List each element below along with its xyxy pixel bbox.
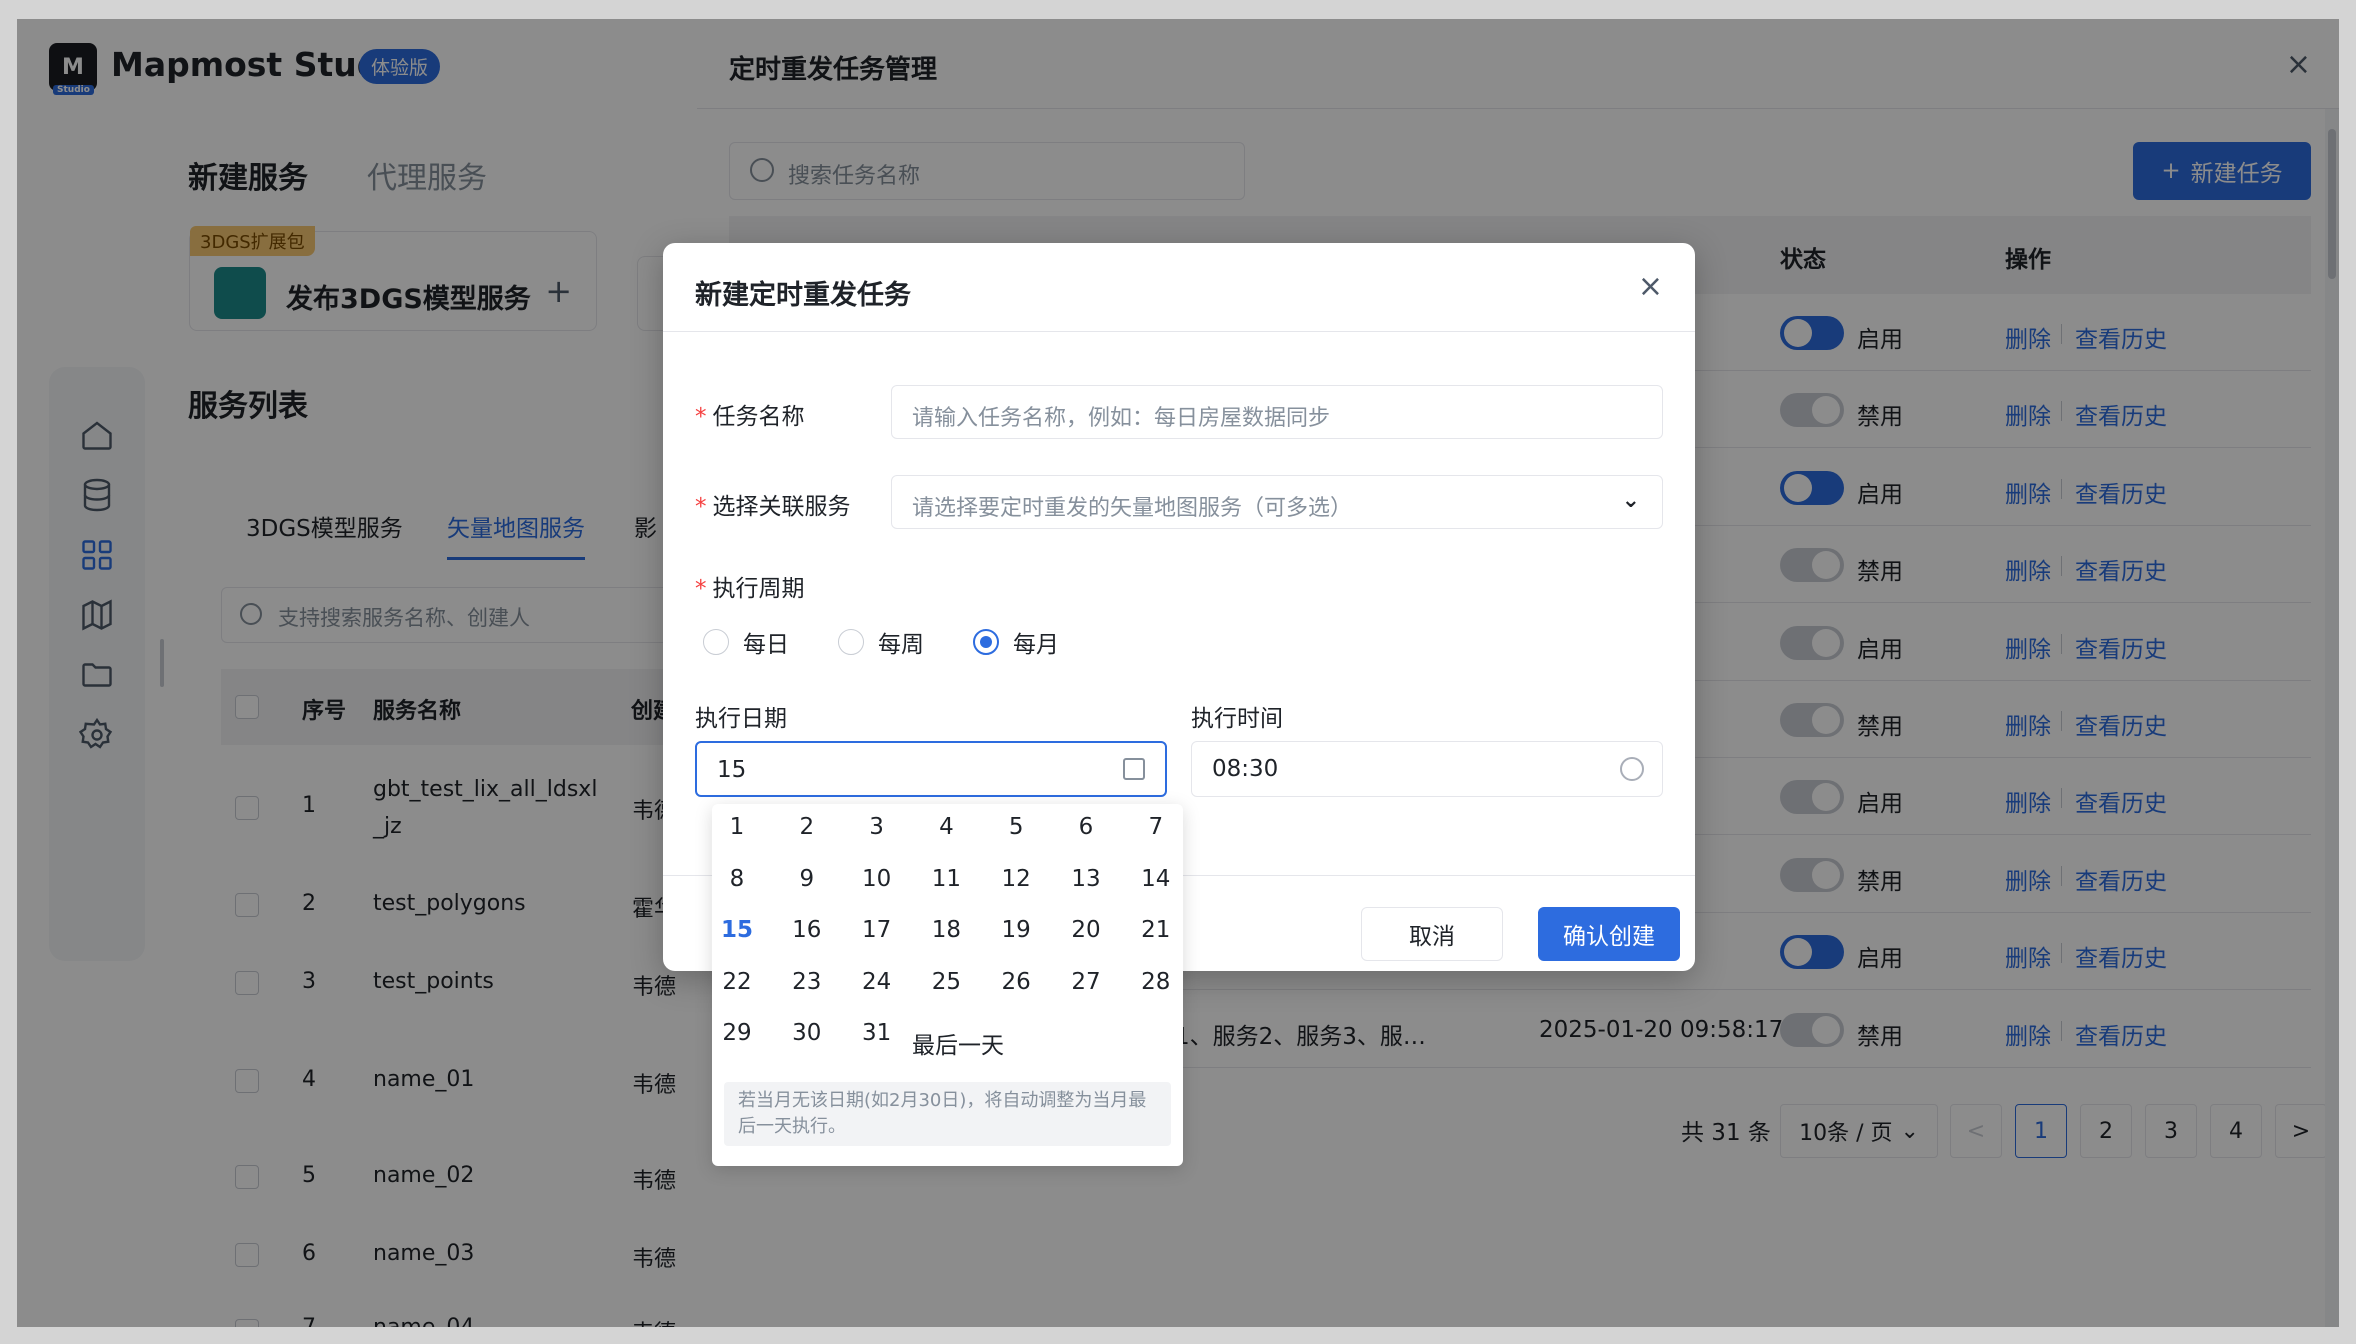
day-picker-popup: 1 2 3 4 5 6 7 8 9 10 11 12 13 14 15 16 17 18 19 20 21 22 23 24 2…: [712, 804, 1183, 1166]
day-option[interactable]: 25: [916, 962, 976, 1002]
task-name-label-text: 任务名称: [712, 404, 805, 430]
day-option[interactable]: 7: [1126, 807, 1186, 847]
time-input[interactable]: 08:30: [1191, 741, 1663, 797]
day-option[interactable]: 29: [707, 1013, 767, 1053]
clock-icon: [1620, 757, 1644, 781]
radio-dot: [838, 629, 864, 655]
task-name-label: * 任务名称: [695, 397, 805, 431]
day-option[interactable]: 21: [1126, 910, 1186, 950]
day-option[interactable]: 30: [777, 1013, 837, 1053]
radio-weekly-label: 每周: [878, 632, 924, 658]
day-option[interactable]: 15: [707, 910, 767, 950]
calendar-icon: [1123, 758, 1145, 780]
day-option[interactable]: 10: [847, 859, 907, 899]
day-option[interactable]: 2: [777, 807, 837, 847]
day-option[interactable]: 5: [986, 807, 1046, 847]
task-name-input[interactable]: 请输入任务名称，例如：每日房屋数据同步: [891, 385, 1663, 439]
day-option[interactable]: 1: [707, 807, 767, 847]
service-label: * 选择关联服务: [695, 487, 851, 521]
day-option[interactable]: 18: [916, 910, 976, 950]
period-label: * 执行周期: [695, 569, 805, 603]
day-option[interactable]: 17: [847, 910, 907, 950]
date-hint: 若当月无该日期(如2月30日)，将自动调整为当月最后一天执行。: [724, 1082, 1171, 1146]
chevron-down-icon: ⌄: [1621, 488, 1640, 513]
radio-daily[interactable]: 每日: [703, 625, 789, 659]
last-day-option[interactable]: 最后一天: [912, 1026, 1004, 1060]
modal-close-icon[interactable]: ×: [1638, 269, 1663, 304]
required-mark: *: [695, 494, 707, 520]
required-mark: *: [695, 404, 707, 430]
period-label-text: 执行周期: [712, 576, 805, 602]
day-option[interactable]: 12: [986, 859, 1046, 899]
radio-weekly[interactable]: 每周: [838, 625, 924, 659]
service-placeholder: 请选择要定时重发的矢量地图服务（可多选）: [912, 496, 1353, 521]
task-name-placeholder: 请输入任务名称，例如：每日房屋数据同步: [912, 406, 1331, 431]
day-option[interactable]: 22: [707, 962, 767, 1002]
day-option[interactable]: 11: [916, 859, 976, 899]
required-mark: *: [695, 576, 707, 602]
radio-monthly[interactable]: 每月: [973, 625, 1059, 659]
day-option[interactable]: 26: [986, 962, 1046, 1002]
day-option[interactable]: 8: [707, 859, 767, 899]
day-option[interactable]: 6: [1056, 807, 1116, 847]
cancel-button[interactable]: 取消: [1361, 907, 1503, 961]
modal-title: 新建定时重发任务: [695, 280, 911, 311]
confirm-create-button[interactable]: 确认创建: [1538, 907, 1680, 961]
day-option[interactable]: 16: [777, 910, 837, 950]
drawer-mask[interactable]: [17, 19, 697, 1327]
day-option[interactable]: 20: [1056, 910, 1116, 950]
radio-daily-label: 每日: [743, 632, 789, 658]
day-option[interactable]: 4: [916, 807, 976, 847]
time-label: 执行时间: [1191, 706, 1283, 732]
day-option[interactable]: 3: [847, 807, 907, 847]
modal-divider: [663, 331, 1695, 332]
day-option[interactable]: 23: [777, 962, 837, 1002]
date-value: 15: [717, 757, 747, 783]
service-select[interactable]: 请选择要定时重发的矢量地图服务（可多选） ⌄: [891, 475, 1663, 529]
day-option[interactable]: 14: [1126, 859, 1186, 899]
day-option[interactable]: 31: [847, 1013, 907, 1053]
date-label: 执行日期: [695, 706, 787, 732]
date-input[interactable]: 15: [695, 741, 1167, 797]
radio-dot: [703, 629, 729, 655]
service-label-text: 选择关联服务: [712, 494, 851, 520]
day-option[interactable]: 28: [1126, 962, 1186, 1002]
day-option[interactable]: 9: [777, 859, 837, 899]
radio-monthly-label: 每月: [1013, 632, 1059, 658]
radio-dot: [973, 629, 999, 655]
day-option[interactable]: 27: [1056, 962, 1116, 1002]
app-window: M Studio Mapmost Studio 体验版 新建服务 代理服务 3D…: [17, 19, 2339, 1327]
day-option[interactable]: 19: [986, 910, 1046, 950]
time-value: 08:30: [1212, 756, 1279, 782]
day-option[interactable]: 13: [1056, 859, 1116, 899]
day-option[interactable]: 24: [847, 962, 907, 1002]
